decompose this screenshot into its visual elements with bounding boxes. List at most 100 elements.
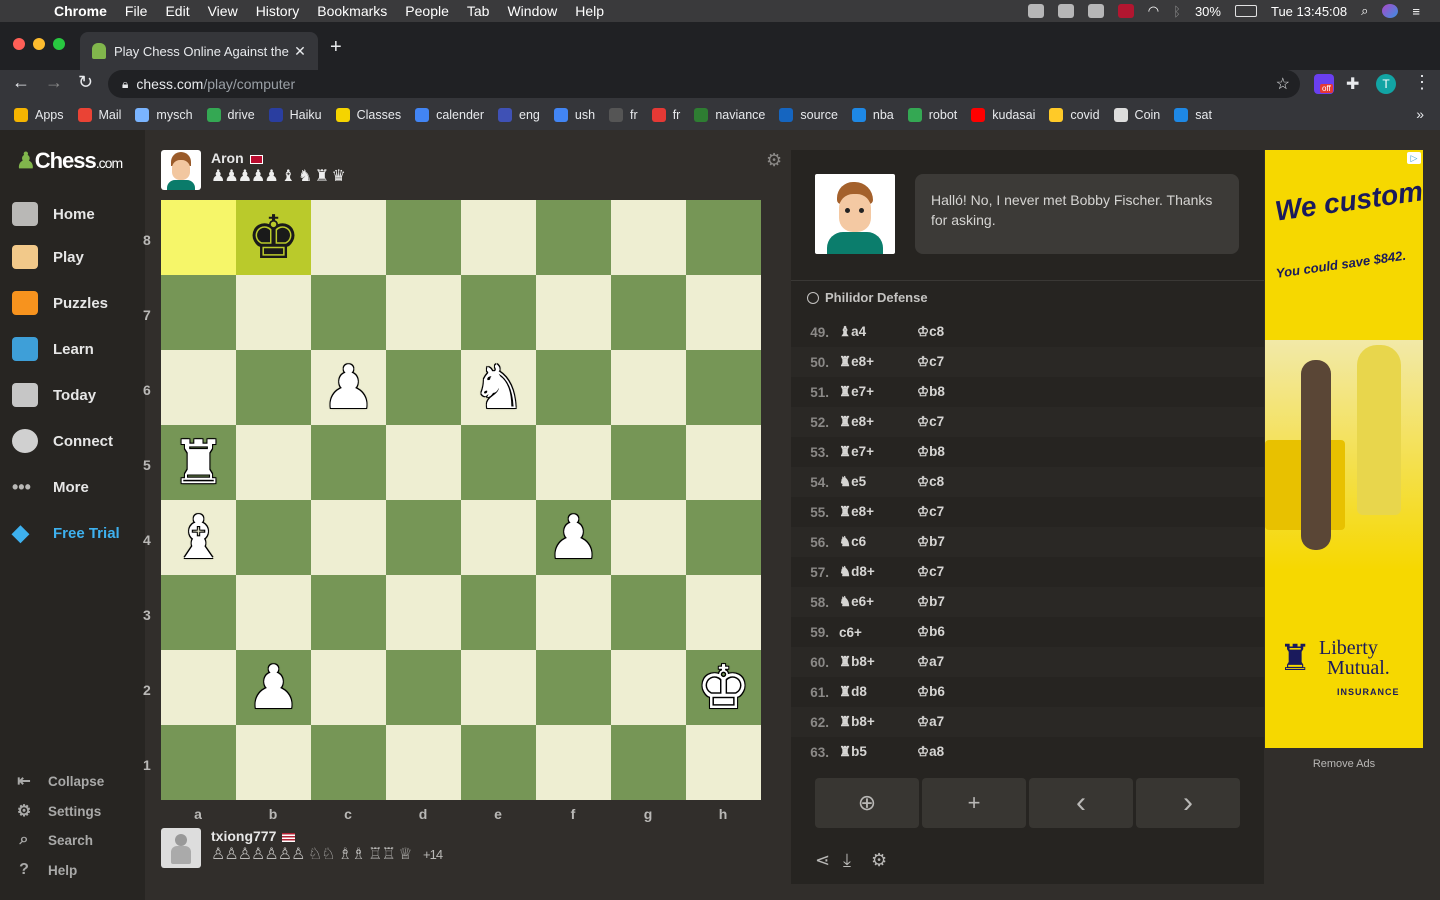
black-move[interactable]: ♔b8 (917, 384, 1017, 400)
menu-file[interactable]: File (125, 3, 148, 19)
square-b1[interactable] (236, 725, 311, 800)
square-c3[interactable] (311, 575, 386, 650)
square-f8[interactable] (536, 200, 611, 275)
bookmark-item[interactable]: ush (553, 108, 595, 122)
bookmark-item[interactable]: drive (206, 108, 255, 122)
sidebar-item-play[interactable]: Play (12, 245, 84, 269)
bookmark-item[interactable]: Coin (1113, 108, 1160, 122)
profile-avatar[interactable]: T (1376, 74, 1396, 94)
square-d2[interactable] (386, 650, 461, 725)
white-move[interactable]: ♜b5 (835, 744, 917, 760)
battery-percent[interactable]: 30% (1195, 4, 1221, 19)
square-c5[interactable] (311, 425, 386, 500)
square-f2[interactable] (536, 650, 611, 725)
white-move[interactable]: ♜e8+ (835, 504, 917, 520)
black-move[interactable]: ♔a7 (917, 654, 1017, 670)
square-c6[interactable]: ♟ (311, 350, 386, 425)
sidebar-item-free-trial[interactable]: ◆ Free Trial (12, 521, 120, 545)
advertisement-banner[interactable]: ▷ We customize. You could save $842. ♜ L… (1265, 150, 1423, 748)
menu-people[interactable]: People (405, 3, 449, 19)
square-h2[interactable]: ♚ (686, 650, 761, 725)
reload-button[interactable]: ↻ (78, 72, 93, 93)
sidebar-item-more[interactable]: ••• More (12, 475, 89, 499)
bookmark-star-icon[interactable]: ☆ (1276, 74, 1290, 94)
new-tab-button[interactable]: + (330, 36, 342, 59)
notification-center-icon[interactable]: ≡ (1412, 4, 1420, 19)
sidebar-search[interactable]: ⌕ Search (14, 831, 94, 849)
sidebar-item-today[interactable]: Today (12, 383, 96, 407)
bookmark-item[interactable]: nba (851, 108, 894, 122)
white-move[interactable]: ♞e5 (835, 474, 917, 490)
square-c8[interactable] (311, 200, 386, 275)
wifi-icon[interactable]: ◠ (1148, 3, 1159, 19)
sync-icon[interactable] (1027, 4, 1044, 18)
bluetooth-icon[interactable]: ᛒ (1173, 4, 1181, 19)
white-move[interactable]: ♞e6+ (835, 594, 917, 610)
sidebar-item-puzzles[interactable]: Puzzles (12, 291, 108, 315)
square-a6[interactable] (161, 350, 236, 425)
square-g3[interactable] (611, 575, 686, 650)
square-f4[interactable]: ♟ (536, 500, 611, 575)
square-d3[interactable] (386, 575, 461, 650)
square-e3[interactable] (461, 575, 536, 650)
bookmark-item[interactable]: sat (1174, 108, 1212, 122)
sidebar-item-learn[interactable]: Learn (12, 337, 94, 361)
square-d5[interactable] (386, 425, 461, 500)
sidebar-collapse[interactable]: ⇤ Collapse (14, 771, 104, 791)
spotlight-icon[interactable]: ⌕ (1361, 3, 1368, 19)
square-a2[interactable] (161, 650, 236, 725)
input-flag-icon[interactable] (1117, 4, 1134, 18)
bookmark-item[interactable]: robot (907, 108, 957, 122)
square-c4[interactable] (311, 500, 386, 575)
address-bar[interactable]: 🔒︎ chess.com/play/computer ☆ (108, 70, 1300, 98)
square-a7[interactable] (161, 275, 236, 350)
menu-tab[interactable]: Tab (467, 3, 490, 19)
square-b3[interactable] (236, 575, 311, 650)
square-e7[interactable] (461, 275, 536, 350)
forward-button[interactable]: → (45, 72, 63, 93)
bookmark-item[interactable]: Classes (335, 108, 401, 122)
menu-edit[interactable]: Edit (165, 3, 189, 19)
bookmark-item[interactable]: covid (1049, 108, 1100, 122)
black-move[interactable]: ♔c7 (917, 504, 1017, 520)
extension-icon[interactable]: off (1314, 74, 1334, 94)
bookmark-item[interactable]: eng (498, 108, 540, 122)
black-move[interactable]: ♔b6 (917, 684, 1017, 700)
square-a4[interactable]: ♝ (161, 500, 236, 575)
bookmark-item[interactable]: Mail (77, 108, 121, 122)
menu-view[interactable]: View (208, 3, 238, 19)
square-b4[interactable] (236, 500, 311, 575)
sidebar-item-home[interactable]: Home (12, 202, 95, 226)
square-b5[interactable] (236, 425, 311, 500)
bookmark-item[interactable]: Haiku (268, 108, 322, 122)
bookmark-item[interactable]: kudasai (971, 108, 1035, 122)
square-e2[interactable] (461, 650, 536, 725)
white-piece[interactable]: ♚ (686, 650, 761, 725)
sidebar-settings[interactable]: ⚙ Settings (14, 801, 101, 821)
user-avatar[interactable] (161, 828, 201, 868)
square-g7[interactable] (611, 275, 686, 350)
black-move[interactable]: ♔b6 (917, 624, 1017, 640)
black-move[interactable]: ♔a8 (917, 744, 1017, 760)
move-list[interactable]: 49. ♝a4 ♔c8 50. ♜e8+ ♔c7 51. ♜e7+ ♔b8 52. ♜e8+ ♔c7 5… (791, 317, 1264, 767)
siri-icon[interactable] (1382, 4, 1399, 18)
black-move[interactable]: ♔c8 (917, 474, 1017, 490)
analysis-zoom-button[interactable]: ⊕ (815, 778, 919, 828)
black-move[interactable]: ♔b7 (917, 534, 1017, 550)
zoom-window-button[interactable] (53, 38, 65, 50)
black-move[interactable]: ♔c8 (917, 324, 1017, 340)
white-move[interactable]: ♝a4 (835, 324, 917, 340)
black-move[interactable]: ♔c7 (917, 354, 1017, 370)
white-move[interactable]: ♜e8+ (835, 414, 917, 430)
square-d6[interactable] (386, 350, 461, 425)
board-settings-gear-icon[interactable]: ⚙ (766, 150, 782, 171)
square-h8[interactable] (686, 200, 761, 275)
chess-board[interactable]: ♚ ♟ ♞ ♜ ♝ ♟ ♟ ♚ (161, 200, 761, 800)
menu-history[interactable]: History (256, 3, 300, 19)
square-a1[interactable] (161, 725, 236, 800)
airplay-icon[interactable] (1087, 4, 1104, 18)
square-f5[interactable] (536, 425, 611, 500)
white-piece[interactable]: ♞ (461, 350, 536, 425)
square-e5[interactable] (461, 425, 536, 500)
menu-help[interactable]: Help (575, 3, 604, 19)
